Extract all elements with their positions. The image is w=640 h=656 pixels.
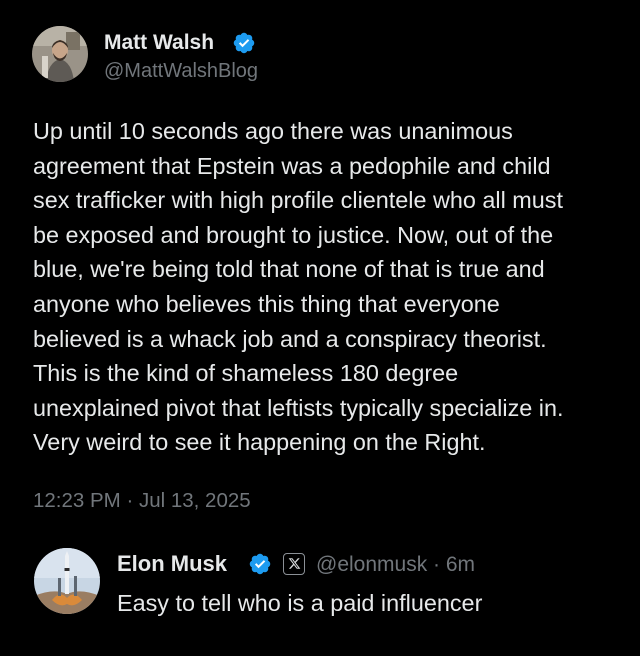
tweet-body-line: be exposed and brought to justice. Now, …	[33, 221, 554, 248]
verified-badge-icon	[248, 552, 272, 576]
verified-badge-icon	[232, 31, 256, 55]
tweet-body-line: unexplained pivot that leftists typicall…	[33, 394, 564, 421]
reply-author-name[interactable]: Elon Musk	[117, 551, 227, 577]
reply-author-handle-time[interactable]: @elonmusk · 6m	[316, 553, 475, 577]
tweet-timestamp[interactable]: 12:23 PM · Jul 13, 2025	[33, 489, 251, 513]
tweet-card: Matt Walsh @MattWalshBlog Up until 10 se…	[0, 0, 640, 656]
tweet-body: Up until 10 seconds ago there was unanim…	[33, 114, 623, 460]
reply-avatar-image	[34, 548, 100, 614]
x-logo-icon[interactable]	[283, 553, 305, 575]
tweet-body-line: Very weird to see it happening on the Ri…	[33, 429, 486, 456]
author-name[interactable]: Matt Walsh	[104, 31, 214, 55]
reply-text: Easy to tell who is a paid influencer	[117, 590, 483, 616]
tweet-body-line: This is the kind of shameless 180 degree	[33, 360, 459, 387]
tweet-body-line: believed is a whack job and a conspiracy…	[33, 325, 547, 352]
author-avatar-image	[32, 26, 88, 82]
reply-author-avatar[interactable]	[34, 548, 100, 614]
tweet-body-line: sex trafficker with high profile cliente…	[33, 187, 563, 214]
tweet-body-line: anyone who believes this thing that ever…	[33, 290, 500, 317]
tweet-body-line: Up until 10 seconds ago there was unanim…	[33, 118, 513, 144]
tweet-body-line: blue, we're being told that none of that…	[33, 256, 545, 283]
tweet-body-line: agreement that Epstein was a pedophile a…	[33, 152, 551, 179]
author-handle[interactable]: @MattWalshBlog	[104, 60, 258, 83]
author-avatar[interactable]	[32, 26, 88, 82]
